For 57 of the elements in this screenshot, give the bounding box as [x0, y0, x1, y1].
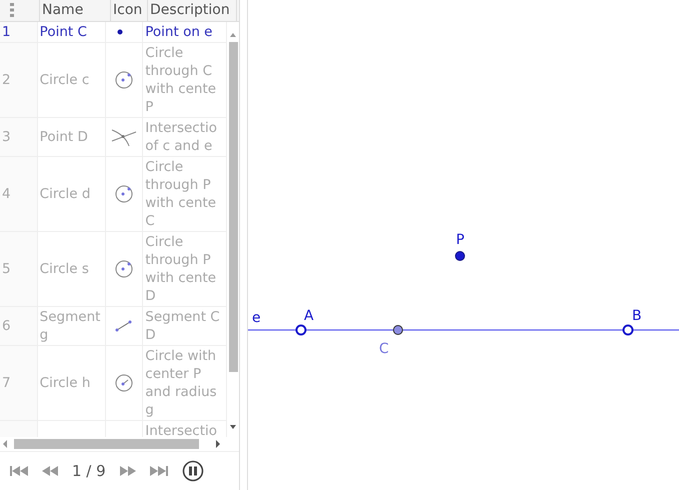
previous-step-button[interactable] — [42, 466, 58, 476]
object-name: Segment g — [40, 308, 100, 344]
column-header[interactable]: Name — [40, 0, 111, 21]
protocol-row[interactable]: 7 Circle h Circle with center P and radius g — [0, 346, 227, 421]
object-description: Circle through P with cente D — [145, 233, 216, 305]
drag-handle-icon[interactable] — [9, 2, 15, 18]
point-label: P — [456, 232, 464, 248]
point-icon — [117, 29, 124, 35]
point[interactable] — [393, 325, 403, 335]
point-label: B — [632, 308, 642, 324]
pause-button[interactable] — [182, 460, 204, 482]
last-step-button[interactable] — [150, 466, 168, 476]
object-description: Intersectio of c and e — [145, 119, 218, 155]
line-label: e — [252, 310, 261, 326]
point[interactable] — [622, 324, 634, 336]
protocol-row[interactable]: 6 Segment g Segment C D — [0, 307, 227, 346]
point[interactable] — [296, 324, 306, 336]
object-name: Circle d — [40, 185, 90, 203]
circle-icon — [114, 373, 134, 393]
object-name: Circle h — [40, 374, 90, 392]
row-number: 3 — [2, 128, 11, 146]
row-number: 2 — [2, 71, 11, 89]
object-description: Segment C D — [145, 308, 220, 344]
segment-icon — [114, 319, 134, 333]
protocol-row[interactable]: 4 Circle d Circle through P with cente C — [0, 157, 227, 232]
row-number: 5 — [2, 260, 11, 278]
object-description: Intersectio — [145, 422, 218, 437]
next-step-button[interactable] — [120, 466, 136, 476]
graphics-view[interactable]: e A C B P — [248, 0, 679, 490]
point-label: A — [304, 308, 314, 324]
object-description: Circle through C with cente P — [145, 44, 216, 116]
row-number: 7 — [2, 374, 11, 392]
line[interactable] — [248, 329, 679, 331]
intersection-icon — [111, 127, 138, 147]
step-counter: 1 / 9 — [72, 462, 106, 480]
object-description: Point on e — [145, 23, 212, 41]
object-name: Point C — [40, 23, 87, 41]
row-number: 6 — [2, 317, 11, 335]
object-name: Circle c — [40, 71, 90, 89]
object-description: Circle with center P and radius g — [145, 347, 217, 419]
point[interactable] — [455, 251, 465, 261]
circle-icon — [114, 259, 134, 279]
protocol-row[interactable]: 2 Circle c Circle through C with cente P — [0, 43, 227, 118]
object-description: Circle through P with cente C — [145, 158, 216, 230]
protocol-row[interactable]: 5 Circle s Circle through P with cente D — [0, 232, 227, 307]
object-name: Point D — [40, 128, 88, 146]
column-header[interactable]: Description — [148, 0, 237, 21]
row-number: 1 — [2, 23, 11, 41]
circle-icon — [114, 70, 134, 90]
protocol-row[interactable]: 3 Point D Intersectio of c and e — [0, 118, 227, 157]
column-header[interactable]: Icon — [111, 0, 148, 21]
row-number: 4 — [2, 185, 11, 203]
circle-icon — [114, 184, 134, 204]
first-step-button[interactable] — [10, 466, 28, 476]
object-name: Circle s — [40, 260, 89, 278]
protocol-row[interactable]: 1 Point C Point on e — [0, 22, 227, 43]
point-label: C — [379, 341, 389, 357]
